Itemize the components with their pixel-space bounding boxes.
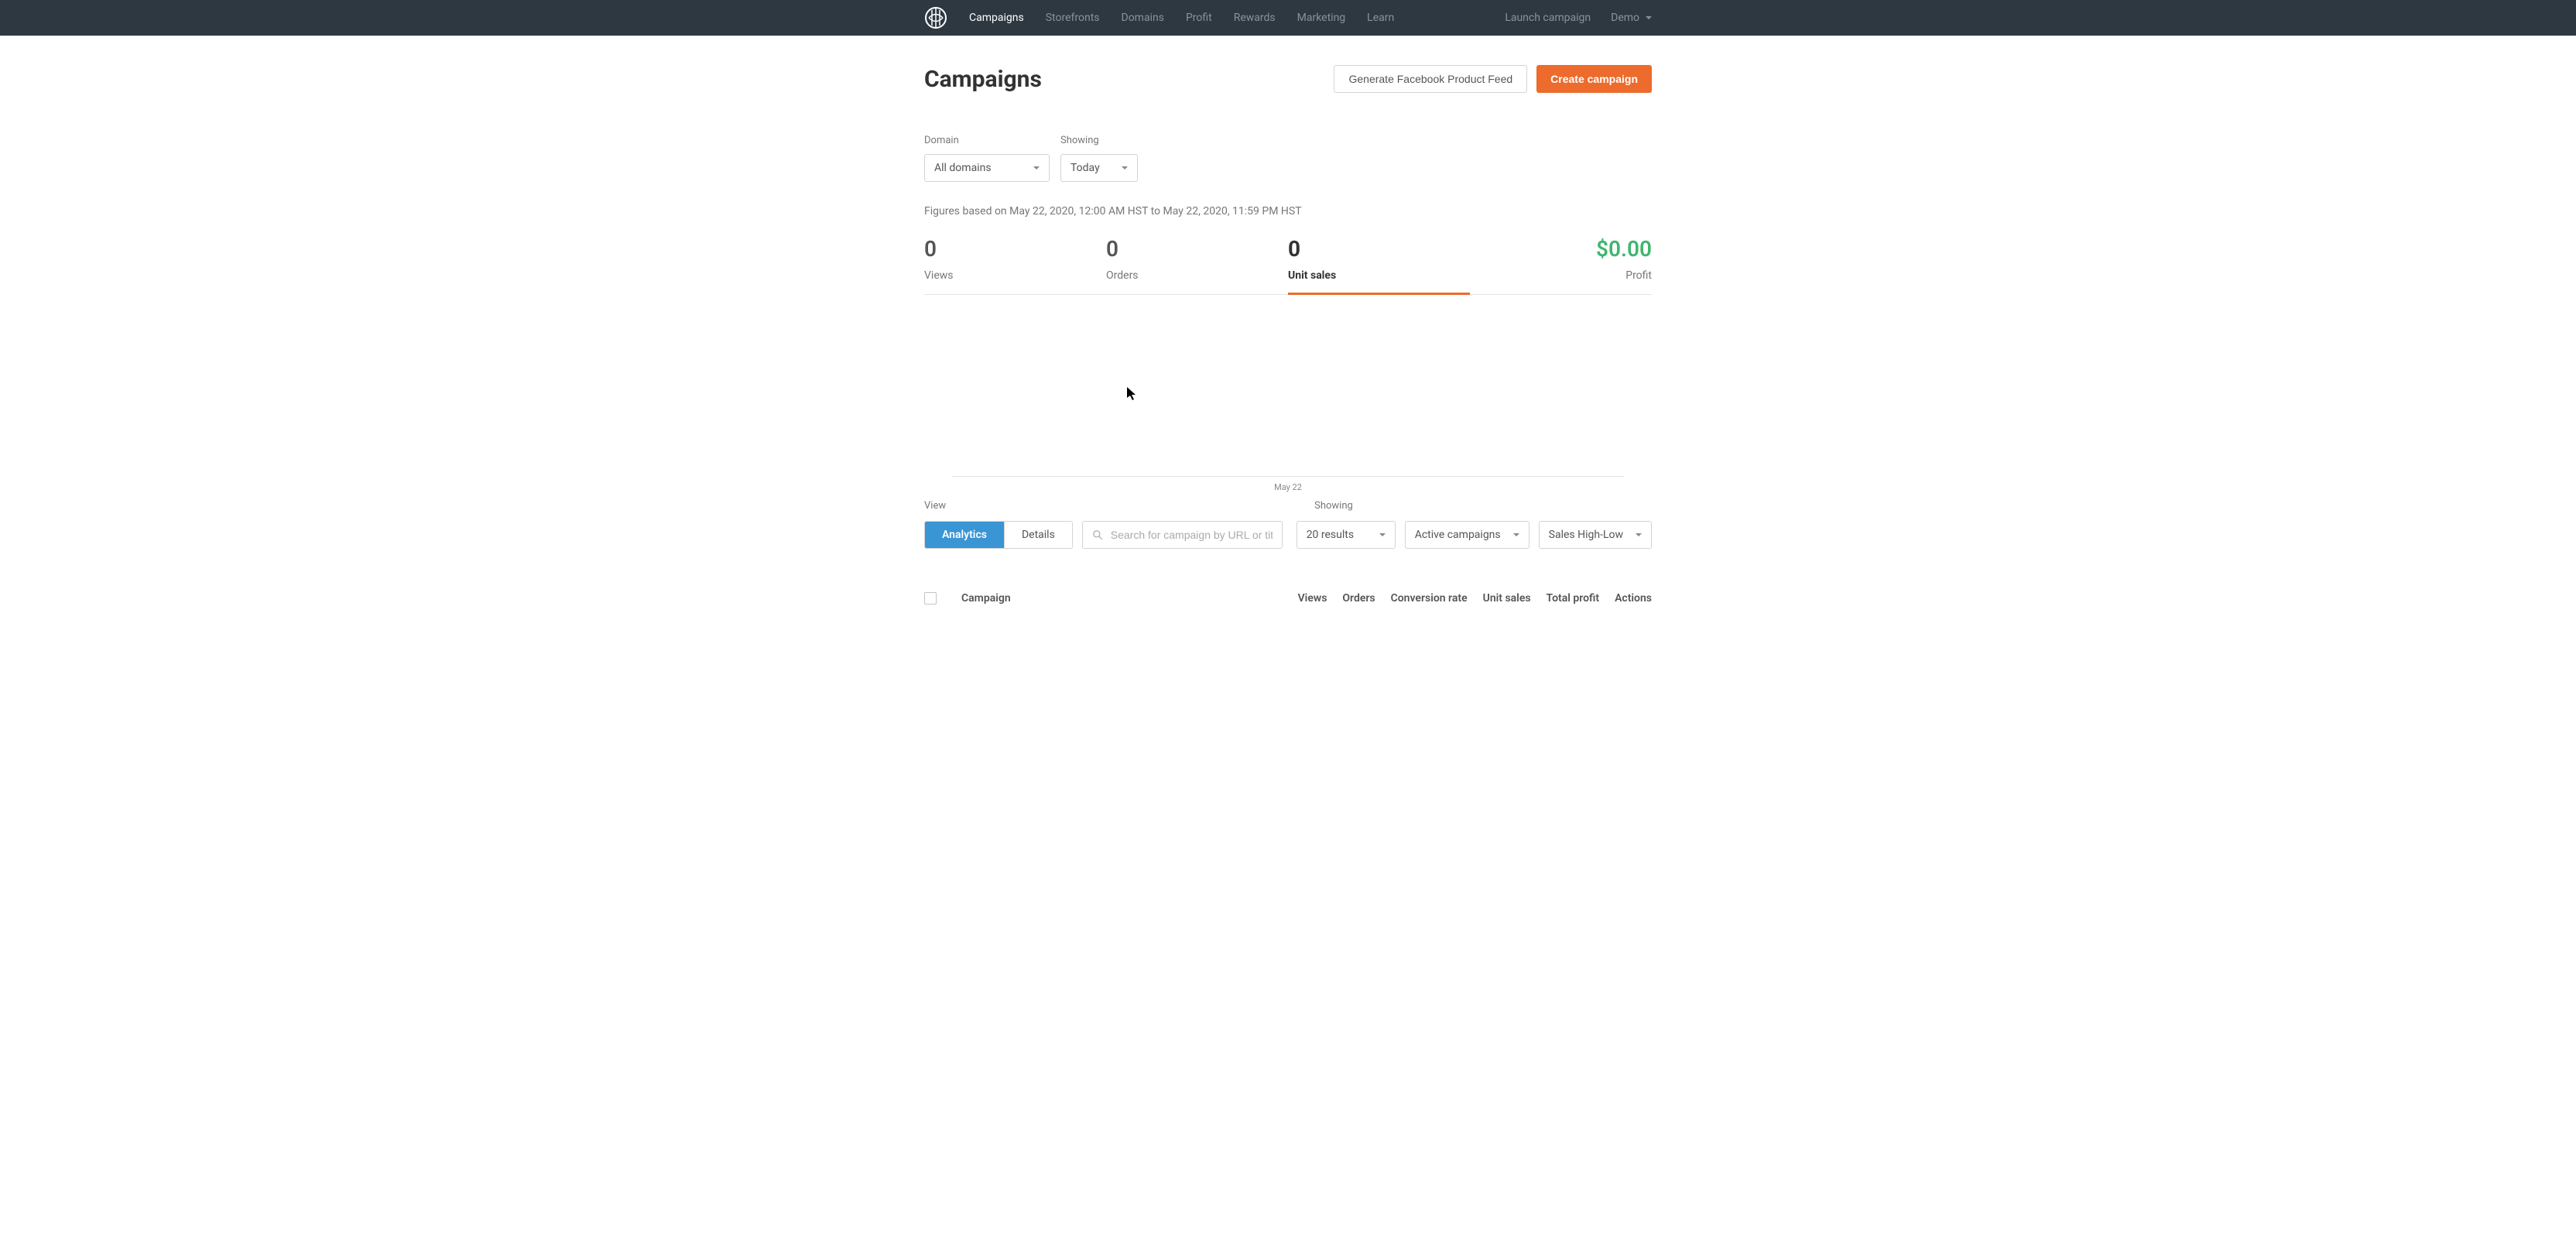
search-icon: [1092, 529, 1103, 540]
th-unit-sales: Unit sales: [1483, 592, 1531, 605]
showing-select[interactable]: Today: [1060, 154, 1138, 182]
stat-tab-views[interactable]: 0 Views: [924, 236, 1106, 294]
stat-views-value: 0: [924, 236, 1106, 262]
th-conversion-rate: Conversion rate: [1391, 592, 1468, 605]
th-views: Views: [1298, 592, 1327, 605]
view-label: View: [924, 500, 946, 512]
view-segmented-control: Analytics Details: [924, 521, 1073, 549]
create-campaign-button[interactable]: Create campaign: [1536, 65, 1652, 93]
th-total-profit: Total profit: [1547, 592, 1600, 605]
nav-storefronts[interactable]: Storefronts: [1046, 12, 1100, 24]
chevron-down-icon: [1379, 533, 1386, 536]
select-all-checkbox[interactable]: [924, 592, 937, 605]
stat-profit-label: Profit: [1470, 269, 1652, 282]
campaigns-table-header: Campaign Views Orders Conversion rate Un…: [924, 592, 1652, 612]
campaign-search-input[interactable]: [1111, 529, 1273, 541]
domain-filter-label: Domain: [924, 135, 1050, 146]
chevron-down-icon: [1646, 16, 1652, 19]
generate-facebook-feed-button[interactable]: Generate Facebook Product Feed: [1334, 65, 1527, 93]
th-actions: Actions: [1615, 592, 1652, 605]
results-per-page-value: 20 results: [1307, 529, 1354, 541]
nav-domains[interactable]: Domains: [1122, 12, 1164, 24]
campaign-status-value: Active campaigns: [1415, 529, 1501, 541]
showing-select-value: Today: [1070, 162, 1100, 174]
figures-timerange-note: Figures based on May 22, 2020, 12:00 AM …: [924, 205, 1652, 218]
launch-campaign-link[interactable]: Launch campaign: [1505, 12, 1591, 24]
chevron-down-icon: [1122, 166, 1128, 170]
user-name: Demo: [1611, 12, 1639, 24]
chart-area: May 22: [924, 295, 1652, 492]
chevron-down-icon: [1033, 166, 1040, 170]
sort-value: Sales High-Low: [1549, 529, 1623, 541]
th-orders: Orders: [1342, 592, 1375, 605]
domain-select-value: All domains: [934, 162, 992, 174]
stat-profit-value: $0.00: [1470, 236, 1652, 262]
stat-unit-sales-label: Unit sales: [1288, 269, 1470, 282]
showing-label: Showing: [1314, 500, 1353, 512]
page-title: Campaigns: [924, 66, 1042, 93]
chevron-down-icon: [1513, 533, 1519, 536]
nav-learn[interactable]: Learn: [1367, 12, 1394, 24]
nav-campaigns[interactable]: Campaigns: [969, 12, 1024, 24]
sort-select[interactable]: Sales High-Low: [1539, 521, 1652, 549]
stat-orders-label: Orders: [1106, 269, 1288, 282]
stat-tab-profit[interactable]: $0.00 Profit: [1470, 236, 1652, 294]
stat-tab-orders[interactable]: 0 Orders: [1106, 236, 1288, 294]
stat-orders-value: 0: [1106, 236, 1288, 262]
stat-views-label: Views: [924, 269, 1106, 282]
chart-x-label: May 22: [1274, 482, 1302, 492]
view-details-button[interactable]: Details: [1005, 522, 1072, 548]
view-analytics-button[interactable]: Analytics: [925, 522, 1005, 548]
th-campaign: Campaign: [961, 592, 1298, 605]
top-navbar: Campaigns Storefronts Domains Profit Rew…: [0, 0, 2576, 36]
nav-marketing[interactable]: Marketing: [1297, 12, 1346, 24]
brand-logo[interactable]: [924, 6, 947, 29]
campaign-status-select[interactable]: Active campaigns: [1405, 521, 1530, 549]
stat-unit-sales-value: 0: [1288, 236, 1470, 262]
stat-tab-unit-sales[interactable]: 0 Unit sales: [1288, 236, 1470, 295]
campaign-search-box[interactable]: [1082, 521, 1283, 549]
showing-filter-label: Showing: [1060, 135, 1138, 146]
user-menu[interactable]: Demo: [1611, 12, 1652, 24]
nav-profit[interactable]: Profit: [1186, 12, 1212, 24]
nav-rewards[interactable]: Rewards: [1234, 12, 1276, 24]
chevron-down-icon: [1636, 533, 1642, 536]
domain-select[interactable]: All domains: [924, 154, 1050, 182]
results-per-page-select[interactable]: 20 results: [1297, 521, 1396, 549]
chart-baseline: [952, 476, 1624, 477]
